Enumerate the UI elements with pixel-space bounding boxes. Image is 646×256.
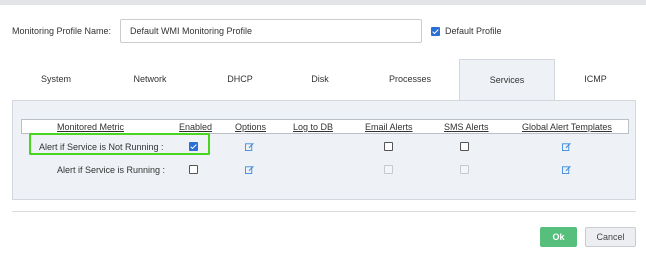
- header-global-alert-templates[interactable]: Global Alert Templates: [522, 122, 612, 132]
- table-row: Alert if Service is Running :: [21, 162, 629, 182]
- sms-alerts-checkbox: [460, 165, 469, 174]
- default-profile-label: Default Profile: [445, 26, 502, 36]
- default-profile-checkbox[interactable]: [431, 26, 440, 36]
- tab-system[interactable]: System: [12, 59, 100, 101]
- metrics-table: Monitored Metric Enabled Options Log to …: [21, 119, 629, 175]
- top-bar: [0, 0, 646, 5]
- email-alerts-checkbox: [384, 165, 393, 174]
- metric-label: Alert if Service is Running :: [57, 165, 166, 175]
- header-options[interactable]: Options: [235, 122, 266, 132]
- profile-row: Monitoring Profile Name: Default WMI Mon…: [12, 19, 632, 43]
- edit-icon[interactable]: [245, 142, 254, 151]
- header-email-alerts[interactable]: Email Alerts: [365, 122, 413, 132]
- enabled-checkbox[interactable]: [189, 165, 198, 174]
- tab-services[interactable]: Services: [459, 59, 555, 102]
- edit-icon[interactable]: [245, 165, 254, 174]
- profile-name-input[interactable]: Default WMI Monitoring Profile: [120, 19, 422, 43]
- tab-disk[interactable]: Disk: [280, 59, 360, 101]
- edit-icon[interactable]: [562, 142, 571, 151]
- table-header-row: Monitored Metric Enabled Options Log to …: [21, 119, 629, 134]
- tab-processes[interactable]: Processes: [360, 59, 460, 101]
- header-sms-alerts[interactable]: SMS Alerts: [444, 122, 489, 132]
- highlight-box: [29, 133, 210, 155]
- cancel-button[interactable]: Cancel: [585, 227, 636, 247]
- ok-button[interactable]: Ok: [540, 227, 577, 247]
- tab-icmp[interactable]: ICMP: [555, 59, 636, 101]
- header-monitored-metric[interactable]: Monitored Metric: [57, 122, 124, 132]
- tab-network[interactable]: Network: [100, 59, 200, 101]
- sms-alerts-checkbox[interactable]: [460, 142, 469, 151]
- header-enabled[interactable]: Enabled: [179, 122, 212, 132]
- footer-divider: [12, 211, 636, 212]
- header-log-to-db[interactable]: Log to DB: [293, 122, 333, 132]
- profile-name-label: Monitoring Profile Name:: [12, 26, 112, 36]
- tab-bar: System Network DHCP Disk Processes Servi…: [12, 59, 636, 102]
- email-alerts-checkbox[interactable]: [384, 142, 393, 151]
- default-profile-toggle[interactable]: Default Profile: [431, 26, 502, 36]
- edit-icon[interactable]: [562, 165, 571, 174]
- tab-dhcp[interactable]: DHCP: [200, 59, 280, 101]
